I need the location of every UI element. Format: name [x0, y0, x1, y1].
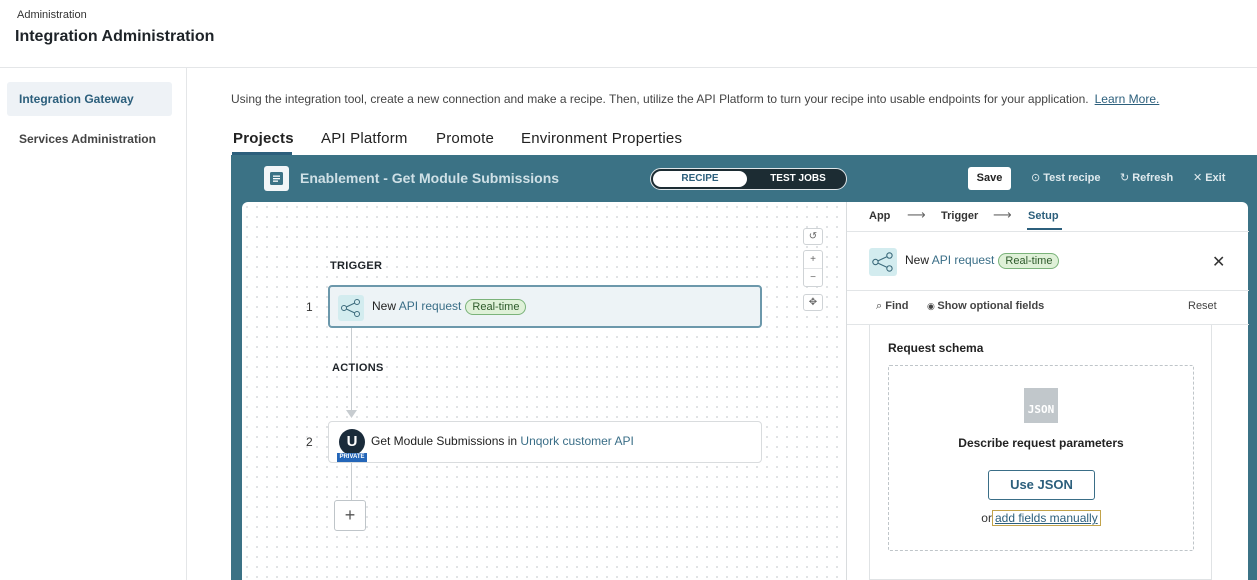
arrow-right-icon: ⟶ — [907, 207, 926, 222]
intro-text: Using the integration tool, create a new… — [231, 92, 1159, 106]
step-config-panel: App ⟶ Trigger ⟶ Setup New API request Rea… — [846, 202, 1249, 580]
sidebar-item-integration-gateway[interactable]: Integration Gateway — [7, 82, 172, 116]
action-step-card[interactable]: U PRIVATE Get Module Submissions in Unqo… — [328, 421, 762, 463]
trigger-step-link: API request — [398, 299, 462, 313]
add-step-button[interactable]: + — [334, 500, 366, 531]
realtime-badge: Real-time — [998, 253, 1060, 269]
show-optional-label: Show optional fields — [937, 300, 1045, 312]
schema-dropzone: JSON Describe request parameters Use JSO… — [888, 365, 1194, 551]
add-fields-manually-link[interactable]: add fields manually — [991, 510, 1101, 526]
action-step-link: Unqork customer API — [520, 434, 634, 448]
close-panel-button[interactable]: ✕ — [1212, 252, 1225, 272]
panel-crumb-setup[interactable]: Setup — [1028, 210, 1059, 222]
recipe-toolbar: Enablement - Get Module Submissions RECI… — [231, 155, 1257, 202]
fit-view-button[interactable]: ✥ — [803, 294, 823, 311]
step-number: 2 — [306, 435, 313, 449]
reset-button[interactable]: Reset — [1188, 300, 1217, 312]
add-fields-line: or add fields manually — [889, 510, 1193, 526]
test-icon: ⊙ — [1031, 172, 1041, 184]
eye-icon: ◉ — [927, 301, 938, 311]
sidebar: Integration Gateway Services Administrat… — [0, 68, 187, 580]
breadcrumb[interactable]: Administration — [17, 9, 87, 21]
tab-environment-properties[interactable]: Environment Properties — [521, 130, 682, 147]
test-recipe-label: Test recipe — [1043, 172, 1101, 184]
main-content: Using the integration tool, create a new… — [188, 68, 1257, 580]
search-icon: ⌕ — [876, 300, 886, 312]
panel-step-prefix: New — [905, 253, 930, 267]
refresh-icon: ↻ — [1120, 172, 1130, 184]
close-icon: ✕ — [1193, 172, 1203, 184]
recipe-editor: Enablement - Get Module Submissions RECI… — [231, 155, 1257, 580]
intro-description: Using the integration tool, create a new… — [231, 92, 1089, 106]
recipe-view-toggle: RECIPE TEST JOBS — [650, 168, 847, 190]
connector-line — [351, 328, 352, 384]
trigger-step-card[interactable]: New API request Real-time — [328, 285, 762, 328]
divider — [847, 231, 1249, 232]
toggle-recipe[interactable]: RECIPE — [653, 171, 747, 187]
request-schema-label: Request schema — [888, 341, 984, 355]
find-button[interactable]: ⌕ Find — [876, 300, 908, 313]
page-header: Administration Integration Administratio… — [0, 0, 1257, 68]
zoom-controls: + − — [803, 250, 823, 287]
page-title: Integration Administration — [15, 28, 215, 45]
panel-step-title: New API request Real-time — [905, 253, 1060, 269]
active-crumb-indicator — [1027, 228, 1062, 230]
or-text: or — [981, 511, 992, 525]
unqork-logo: U — [339, 429, 365, 455]
tab-projects[interactable]: Projects — [233, 130, 294, 147]
realtime-badge: Real-time — [465, 299, 527, 315]
panel-crumb-trigger[interactable]: Trigger — [941, 210, 978, 222]
use-json-button[interactable]: Use JSON — [988, 470, 1095, 500]
describe-parameters-text: Describe request parameters — [958, 436, 1124, 450]
test-recipe-button[interactable]: ⊙ Test recipe — [1031, 171, 1101, 184]
actions-section-label: ACTIONS — [332, 362, 384, 374]
panel-crumb-app[interactable]: App — [869, 210, 890, 222]
toggle-test-jobs[interactable]: TEST JOBS — [751, 171, 845, 187]
api-request-icon — [869, 248, 897, 276]
zoom-out-button[interactable]: − — [804, 269, 822, 287]
refresh-label: Refresh — [1132, 172, 1174, 184]
connector-arrow-icon — [346, 410, 357, 418]
arrow-right-icon: ⟶ — [993, 207, 1012, 222]
step-number: 1 — [306, 300, 313, 314]
unqork-app-icon: U PRIVATE — [337, 429, 367, 462]
zoom-in-button[interactable]: + — [804, 251, 822, 269]
trigger-step-prefix: New — [372, 299, 397, 313]
api-request-icon — [338, 295, 364, 321]
refresh-button[interactable]: ↻ Refresh — [1120, 171, 1173, 184]
trigger-section-label: TRIGGER — [330, 260, 383, 272]
divider — [847, 290, 1249, 291]
exit-button[interactable]: ✕ Exit — [1193, 171, 1225, 184]
panel-step-link: API request — [931, 253, 995, 267]
exit-label: Exit — [1205, 172, 1226, 184]
tab-promote[interactable]: Promote — [436, 130, 494, 147]
sidebar-item-services-administration[interactable]: Services Administration — [7, 122, 172, 156]
find-label: Find — [885, 300, 909, 312]
trigger-step-text: New API request Real-time — [372, 299, 527, 315]
json-file-icon: JSON — [1024, 388, 1058, 423]
connector-line — [351, 463, 352, 500]
document-icon — [264, 166, 289, 191]
action-step-text: Get Module Submissions in Unqork custome… — [371, 434, 634, 448]
recipe-title: Enablement - Get Module Submissions — [300, 170, 560, 186]
learn-more-link[interactable]: Learn More. — [1095, 92, 1160, 106]
private-tag: PRIVATE — [337, 453, 367, 462]
tab-api-platform[interactable]: API Platform — [321, 130, 408, 147]
save-button[interactable]: Save — [968, 167, 1011, 190]
show-optional-fields-button[interactable]: ◉ Show optional fields — [927, 300, 1044, 312]
action-step-prefix: Get Module Submissions in — [371, 434, 518, 448]
recipe-canvas[interactable]: ↺ + − ✥ TRIGGER 1 New API request Real-ti… — [242, 202, 846, 580]
request-schema-section: Request schema JSON Describe request par… — [869, 325, 1212, 580]
zoom-reset-button[interactable]: ↺ — [803, 228, 823, 245]
